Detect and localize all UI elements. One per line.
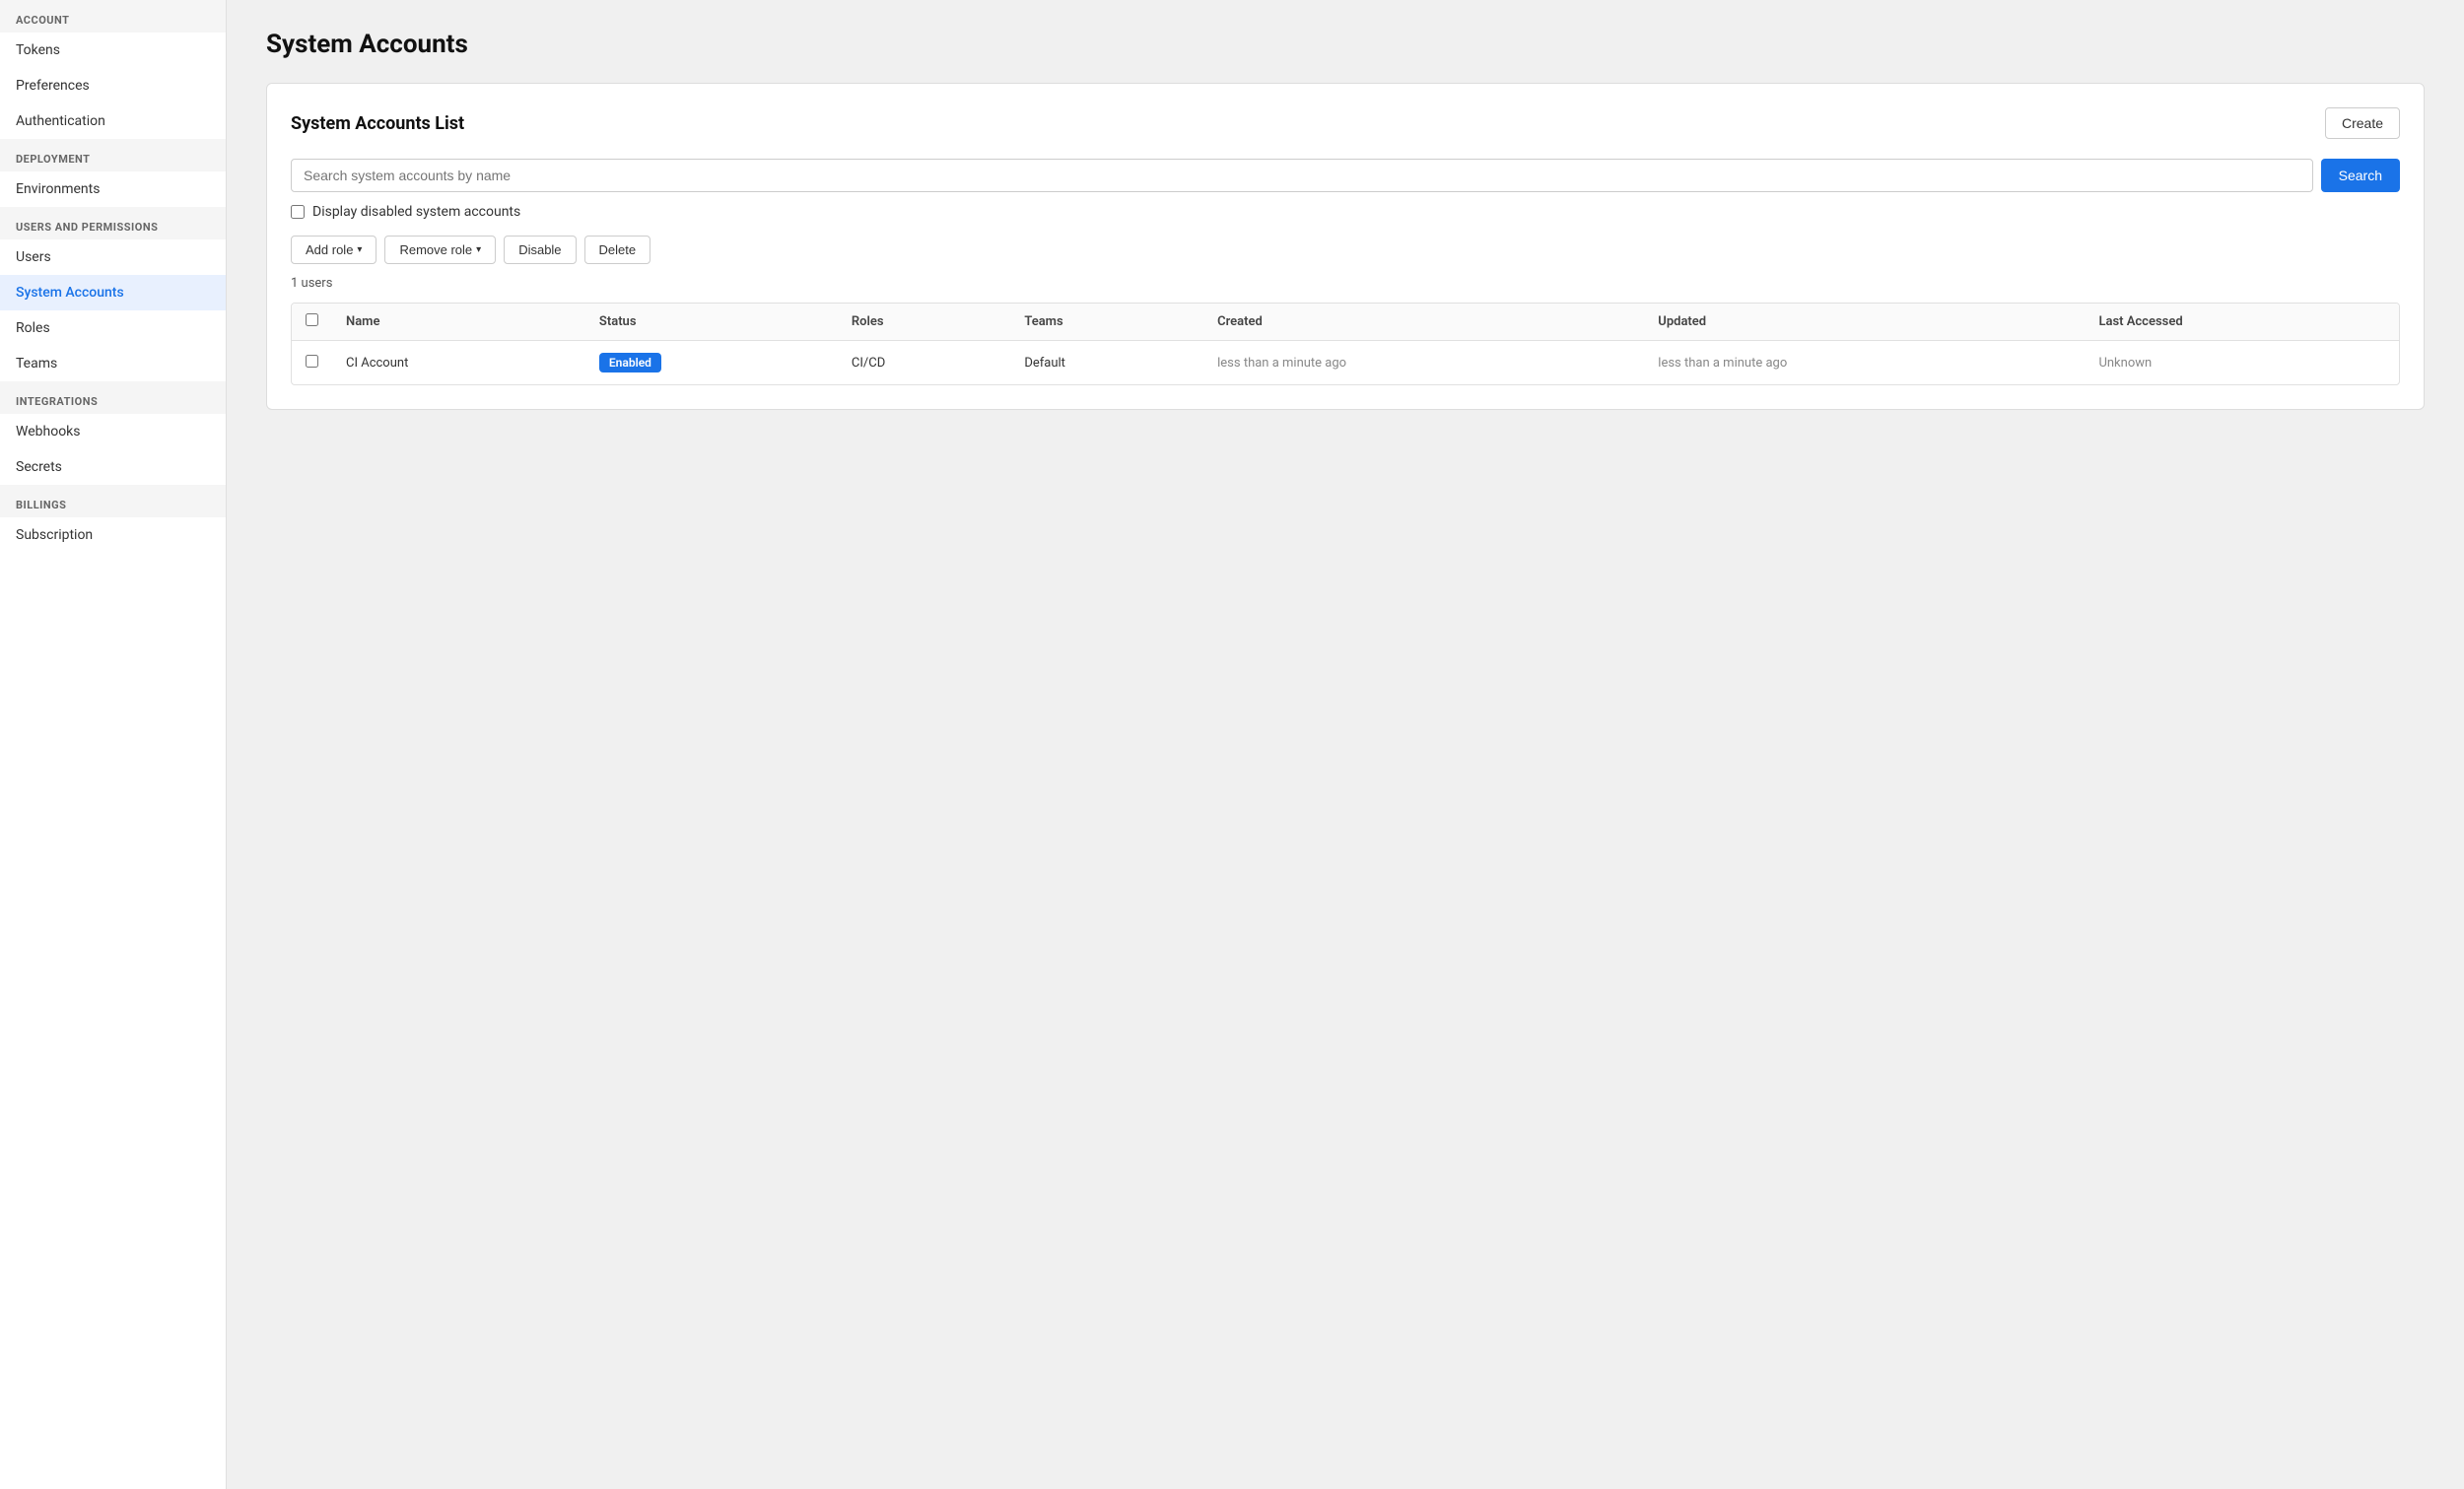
add-role-chevron-icon: ▾ xyxy=(357,244,362,255)
disable-button[interactable]: Disable xyxy=(504,236,576,264)
sidebar: ACCOUNTTokensPreferencesAuthenticationDE… xyxy=(0,0,227,1489)
page-title: System Accounts xyxy=(266,30,2425,59)
delete-button[interactable]: Delete xyxy=(584,236,651,264)
remove-role-button[interactable]: Remove role▾ xyxy=(384,236,496,264)
sidebar-item-tokens[interactable]: Tokens xyxy=(0,33,226,68)
row-checkbox-0[interactable] xyxy=(306,355,318,368)
row-name: CI Account xyxy=(332,341,585,385)
sidebar-item-environments[interactable]: Environments xyxy=(0,171,226,207)
sidebar-item-system-accounts[interactable]: System Accounts xyxy=(0,275,226,310)
remove-role-chevron-icon: ▾ xyxy=(476,244,481,255)
sidebar-item-teams[interactable]: Teams xyxy=(0,346,226,381)
col-header-status: Status xyxy=(585,304,838,341)
create-button[interactable]: Create xyxy=(2325,107,2400,139)
display-disabled-checkbox[interactable] xyxy=(291,205,305,219)
col-header-name: Name xyxy=(332,304,585,341)
search-row: Search xyxy=(291,159,2400,192)
sidebar-section-label-billings: BILLINGS xyxy=(0,485,226,517)
col-header-roles: Roles xyxy=(838,304,1010,341)
col-header-last-accessed: Last Accessed xyxy=(2085,304,2399,341)
system-accounts-card: System Accounts List Create Search Displ… xyxy=(266,83,2425,410)
select-all-checkbox[interactable] xyxy=(306,313,318,326)
sidebar-section-label-users-and-permissions: USERS AND PERMISSIONS xyxy=(0,207,226,239)
col-header-updated: Updated xyxy=(1644,304,2085,341)
sidebar-section-label-account: ACCOUNT xyxy=(0,0,226,33)
sidebar-item-secrets[interactable]: Secrets xyxy=(0,449,226,485)
sidebar-item-preferences[interactable]: Preferences xyxy=(0,68,226,103)
row-created: less than a minute ago xyxy=(1203,341,1644,385)
table-header: NameStatusRolesTeamsCreatedUpdatedLast A… xyxy=(292,304,2399,341)
sidebar-section-label-integrations: INTEGRATIONS xyxy=(0,381,226,414)
row-checkbox-cell-0 xyxy=(292,341,332,385)
card-title: System Accounts List xyxy=(291,113,464,134)
sidebar-item-webhooks[interactable]: Webhooks xyxy=(0,414,226,449)
row-status: Enabled xyxy=(585,341,838,385)
card-header: System Accounts List Create xyxy=(291,107,2400,139)
main-content: System Accounts System Accounts List Cre… xyxy=(227,0,2464,1489)
search-input[interactable] xyxy=(291,159,2313,192)
sidebar-item-authentication[interactable]: Authentication xyxy=(0,103,226,139)
actions-row: Add role▾ Remove role▾ Disable Delete xyxy=(291,236,2400,264)
table-body: CI AccountEnabledCI/CDDefaultless than a… xyxy=(292,341,2399,385)
row-last-accessed: Unknown xyxy=(2085,341,2399,385)
sidebar-section-label-deployment: DEPLOYMENT xyxy=(0,139,226,171)
col-header-teams: Teams xyxy=(1010,304,1203,341)
col-header-created: Created xyxy=(1203,304,1644,341)
disabled-accounts-label: Display disabled system accounts xyxy=(312,204,520,220)
search-button[interactable]: Search xyxy=(2321,159,2400,192)
accounts-table-wrapper: NameStatusRolesTeamsCreatedUpdatedLast A… xyxy=(291,303,2400,385)
header-checkbox-cell xyxy=(292,304,332,341)
accounts-table: NameStatusRolesTeamsCreatedUpdatedLast A… xyxy=(292,304,2399,384)
sidebar-item-users[interactable]: Users xyxy=(0,239,226,275)
sidebar-item-roles[interactable]: Roles xyxy=(0,310,226,346)
row-teams: Default xyxy=(1010,341,1203,385)
disabled-accounts-row: Display disabled system accounts xyxy=(291,204,2400,220)
table-row: CI AccountEnabledCI/CDDefaultless than a… xyxy=(292,341,2399,385)
sidebar-item-subscription[interactable]: Subscription xyxy=(0,517,226,553)
add-role-button[interactable]: Add role▾ xyxy=(291,236,376,264)
row-roles: CI/CD xyxy=(838,341,1010,385)
status-badge: Enabled xyxy=(599,353,661,372)
user-count: 1 users xyxy=(291,276,2400,291)
row-updated: less than a minute ago xyxy=(1644,341,2085,385)
